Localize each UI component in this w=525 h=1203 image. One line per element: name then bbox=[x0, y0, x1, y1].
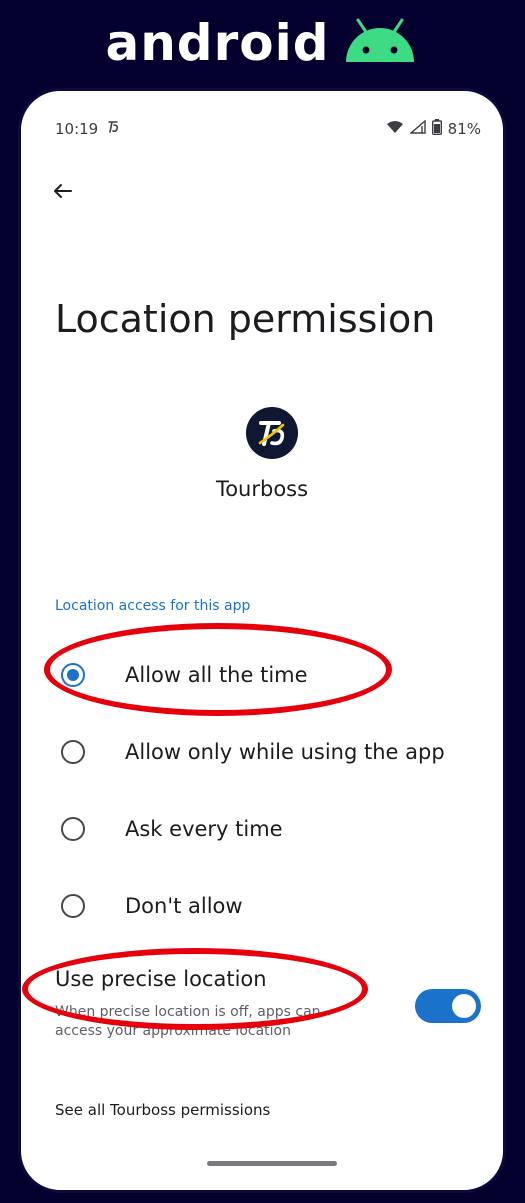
arrow-left-icon bbox=[51, 184, 75, 207]
see-all-permissions-link[interactable]: See all Tourboss permissions bbox=[55, 1101, 270, 1119]
option-dont-allow[interactable]: Don't allow bbox=[51, 886, 243, 926]
tourboss-notification-icon bbox=[106, 119, 120, 139]
location-access-label: Location access for this app bbox=[55, 598, 251, 614]
radio-ask-every-time[interactable] bbox=[61, 817, 85, 841]
radio-allow-all-the-time[interactable] bbox=[61, 663, 85, 687]
android-robot-icon bbox=[340, 16, 420, 70]
wifi-icon bbox=[386, 120, 404, 138]
page-title: Location permission bbox=[55, 297, 436, 341]
tourboss-logo-icon bbox=[246, 407, 298, 459]
status-bar: 10:19 81% bbox=[55, 119, 481, 139]
option-label: Ask every time bbox=[125, 817, 283, 841]
toggle-knob bbox=[452, 994, 476, 1018]
signal-icon bbox=[408, 119, 426, 138]
phone-screen: 10:19 81% Location permission Tourboss L… bbox=[18, 88, 506, 1193]
battery-level: 81% bbox=[447, 120, 481, 138]
precise-location-toggle[interactable] bbox=[415, 989, 481, 1023]
option-label: Don't allow bbox=[125, 894, 243, 918]
app-name: Tourboss bbox=[215, 477, 309, 501]
home-indicator[interactable] bbox=[207, 1161, 337, 1166]
radio-dont-allow[interactable] bbox=[61, 894, 85, 918]
battery-icon bbox=[431, 119, 442, 139]
radio-allow-while-using[interactable] bbox=[61, 740, 85, 764]
clock: 10:19 bbox=[55, 120, 99, 138]
option-ask-every-time[interactable]: Ask every time bbox=[51, 809, 283, 849]
precise-location-description: When precise location is off, apps can a… bbox=[55, 1004, 321, 1039]
android-wordmark: android bbox=[105, 14, 330, 72]
option-allow-all-the-time[interactable]: Allow all the time bbox=[51, 655, 308, 695]
option-allow-while-using[interactable]: Allow only while using the app bbox=[51, 732, 445, 772]
back-button[interactable] bbox=[51, 179, 75, 203]
option-label: Allow all the time bbox=[125, 663, 308, 687]
option-label: Allow only while using the app bbox=[125, 740, 445, 764]
android-brand: android bbox=[0, 14, 525, 72]
precise-location-title: Use precise location bbox=[55, 967, 267, 991]
